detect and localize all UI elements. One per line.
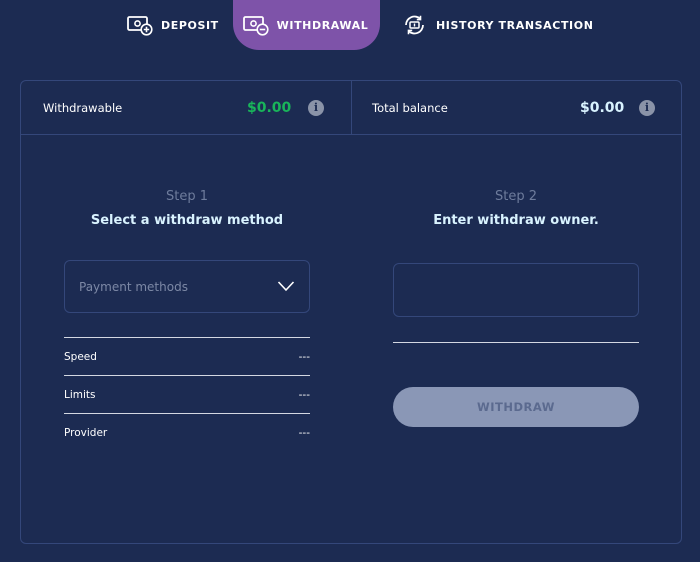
tab-withdrawal-label: WITHDRAWAL [276, 18, 369, 32]
total-balance-info-icon[interactable]: i [639, 99, 655, 116]
speed-value: --- [298, 350, 310, 363]
method-details: Speed --- Limits --- Provider --- [64, 337, 310, 451]
withdrawable-info-icon[interactable]: i [308, 99, 324, 116]
divider [393, 342, 639, 343]
detail-row-provider: Provider --- [64, 414, 310, 451]
withdrawable-amount: $0.00 [247, 99, 292, 116]
total-balance-amount: $0.00 [580, 99, 625, 116]
step-1-title: Select a withdraw method [90, 213, 284, 228]
tab-withdrawal[interactable]: WITHDRAWAL [233, 0, 380, 50]
provider-label: Provider [64, 426, 108, 439]
step-2-number: Step 2 [494, 189, 537, 204]
deposit-icon [127, 16, 153, 36]
tab-history-label: HISTORY TRANSACTION [436, 18, 594, 32]
history-icon [405, 15, 424, 35]
payment-methods-placeholder: Payment methods [79, 279, 188, 294]
withdrawable-label: Withdrawable [43, 100, 123, 115]
detail-row-speed: Speed --- [64, 338, 310, 375]
speed-label: Speed [64, 350, 97, 363]
withdraw-owner-input[interactable] [393, 263, 639, 317]
total-balance: Total balance $0.00 i [352, 81, 681, 134]
limits-value: --- [298, 388, 310, 401]
withdrawal-icon [242, 16, 269, 36]
tab-deposit[interactable]: DEPOSIT [127, 0, 219, 50]
withdrawable-balance: Withdrawable $0.00 i [21, 81, 352, 134]
transaction-tabs: DEPOSIT WITHDRAWAL HISTORY TRANSACTION [0, 0, 700, 50]
step-1-number: Step 1 [165, 189, 208, 204]
withdraw-button[interactable]: WITHDRAW [393, 387, 639, 427]
detail-row-limits: Limits --- [64, 376, 310, 413]
balance-bar: Withdrawable $0.00 i Total balance $0.00… [21, 81, 681, 135]
step-2-title: Enter withdraw owner. [433, 213, 599, 228]
chevron-down-icon [277, 281, 295, 292]
tab-deposit-label: DEPOSIT [161, 18, 219, 32]
payment-methods-select[interactable]: Payment methods [64, 260, 310, 313]
limits-label: Limits [64, 388, 96, 401]
withdrawal-panel: Withdrawable $0.00 i Total balance $0.00… [20, 80, 682, 544]
provider-value: --- [298, 426, 310, 439]
tab-history-transaction[interactable]: HISTORY TRANSACTION [402, 0, 594, 50]
total-balance-label: Total balance [372, 100, 448, 115]
